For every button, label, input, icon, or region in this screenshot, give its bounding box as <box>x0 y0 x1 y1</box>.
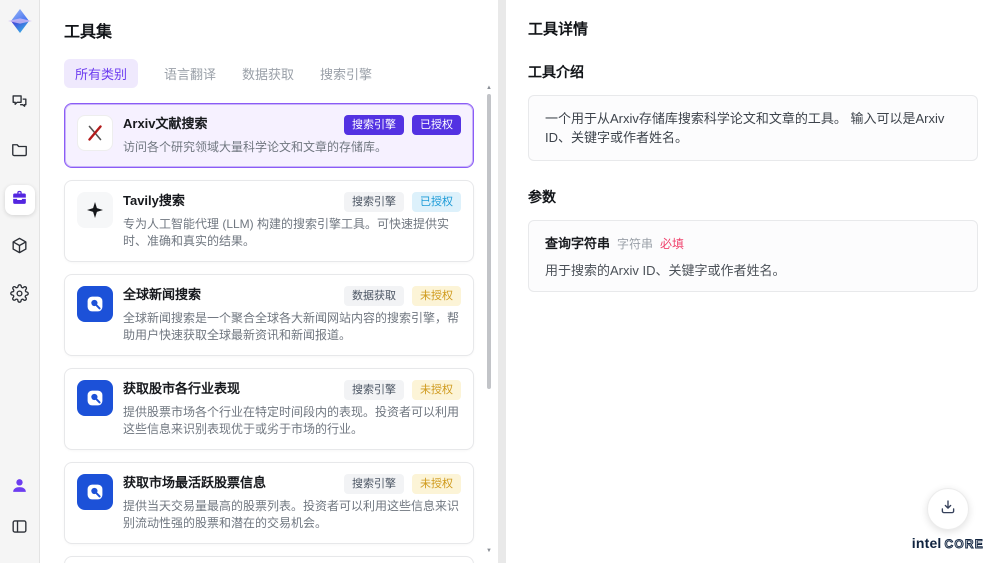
bottom-right-widgets: intel core <box>912 488 984 551</box>
sidebar-item-packages[interactable] <box>5 233 35 263</box>
tool-card-header: Tavily搜索 搜索引擎 已授权 <box>123 192 461 212</box>
tool-card-badges: 搜索引擎 已授权 <box>344 192 461 212</box>
left-rail <box>0 0 40 563</box>
tab-0[interactable]: 所有类别 <box>64 59 139 88</box>
sidebar-item-tools[interactable] <box>4 185 35 215</box>
status-badge: 未授权 <box>412 474 461 494</box>
app-logo-icon <box>7 8 33 34</box>
parameter-card: 查询字符串 字符串 必填 用于搜索的Arxiv ID、关键字或作者姓名。 <box>528 220 978 292</box>
details-title: 工具详情 <box>528 21 589 38</box>
intro-heading: 工具介绍 <box>528 64 584 80</box>
tool-card-badges: 数据获取 未授权 <box>344 286 461 306</box>
tool-card-badges: 搜索引擎 未授权 <box>344 380 461 400</box>
tool-card[interactable]: 全球新闻搜索 数据获取 未授权 全球新闻搜索是一个聚合全球各大新闻网站内容的搜索… <box>64 274 474 356</box>
tool-card-title: 获取市场最活跃股票信息 <box>123 475 267 490</box>
tool-card-title: 全球新闻搜索 <box>123 287 202 302</box>
tool-card-list: Arxiv文献搜索 搜索引擎 已授权 访问各个研究领域大量科学论文和文章的存储库… <box>64 103 474 563</box>
sidebar-item-account[interactable] <box>5 473 35 503</box>
cube-icon <box>10 236 29 260</box>
news-tool-icon <box>77 474 113 510</box>
tool-card-description: 全球新闻搜索是一个聚合全球各大新闻网站内容的搜索引擎，帮助用户快速获取全球最新资… <box>123 311 460 342</box>
tool-card[interactable]: Arxiv文献搜索 搜索引擎 已授权 访问各个研究领域大量科学论文和文章的存储库… <box>64 103 474 168</box>
params-heading: 参数 <box>528 189 556 205</box>
person-icon <box>10 476 29 500</box>
scroll-up-icon[interactable]: ▲ <box>485 84 493 92</box>
sparkle-tool-icon <box>77 192 113 228</box>
gear-icon <box>10 284 29 308</box>
status-badge: 已授权 <box>412 115 461 135</box>
download-icon <box>939 498 957 521</box>
parameter-header: 查询字符串 字符串 必填 <box>545 233 961 252</box>
tool-card-body: 获取股市各行业表现 搜索引擎 未授权 提供股票市场各个行业在特定时间段内的表现。… <box>123 380 461 438</box>
tool-card-header: Arxiv文献搜索 搜索引擎 已授权 <box>123 115 461 135</box>
intel-core-logo: intel core <box>912 535 984 551</box>
scroll-down-icon[interactable]: ▼ <box>485 547 493 555</box>
sidebar-item-files[interactable] <box>5 137 35 167</box>
category-badge: 搜索引擎 <box>344 474 404 494</box>
category-badge: 搜索引擎 <box>344 380 404 400</box>
brand-core: core <box>944 537 984 552</box>
page-title: 工具集 <box>64 24 113 41</box>
category-badge: 数据获取 <box>344 286 404 306</box>
arxiv-tool-icon <box>77 115 113 151</box>
tool-card-header: 全球新闻搜索 数据获取 未授权 <box>123 286 461 306</box>
category-badge: 搜索引擎 <box>344 115 404 135</box>
tool-card-body: 获取市场最活跃股票信息 搜索引擎 未授权 提供当天交易量最高的股票列表。投资者可… <box>123 474 461 532</box>
app-window: 工具集 所有类别 语言翻译 数据获取 搜索引擎 Arxiv文献搜索 搜索引擎 已授权 … <box>0 0 1000 563</box>
parameter-description: 用于搜索的Arxiv ID、关键字或作者姓名。 <box>545 263 786 278</box>
download-button[interactable] <box>926 488 969 530</box>
status-badge: 未授权 <box>412 286 461 306</box>
tool-card-header: 获取市场最活跃股票信息 搜索引擎 未授权 <box>123 474 461 494</box>
tool-card[interactable]: 万维地区新闻查询 搜索引擎 未授权 查询具体行政区划内的新闻，快速了解各地新闻动 <box>64 556 474 563</box>
scrollbar-thumb[interactable] <box>487 94 491 389</box>
tool-card-description: 提供股票市场各个行业在特定时间段内的表现。投资者可以利用这些信息来识别表现优于或… <box>123 405 460 436</box>
tool-card-title: Arxiv文献搜索 <box>123 116 208 131</box>
required-badge: 必填 <box>660 237 685 251</box>
brand-intel: intel <box>911 535 942 551</box>
parameter-name: 查询字符串 <box>545 236 611 251</box>
status-badge: 未授权 <box>412 380 461 400</box>
list-scrollbar[interactable]: ▲ ▼ <box>485 84 493 555</box>
tool-card-description: 访问各个研究领域大量科学论文和文章的存储库。 <box>123 140 388 154</box>
status-badge: 已授权 <box>412 192 461 212</box>
news-tool-icon <box>77 380 113 416</box>
tool-card-badges: 搜索引擎 已授权 <box>344 115 461 135</box>
category-badge: 搜索引擎 <box>344 192 404 212</box>
toolbox-icon <box>10 188 29 212</box>
category-tabs: 所有类别 语言翻译 数据获取 搜索引擎 <box>64 59 474 88</box>
parameter-type: 字符串 <box>617 237 654 251</box>
panel-divider <box>498 0 506 563</box>
panel-layout-icon <box>10 517 29 541</box>
tab-3[interactable]: 搜索引擎 <box>320 59 372 88</box>
folder-icon <box>10 140 29 164</box>
tool-details-panel: 工具详情 工具介绍 一个用于从Arxiv存储库搜索科学论文和文章的工具。 输入可… <box>506 0 1000 563</box>
tool-card-title: Tavily搜索 <box>123 193 185 208</box>
tool-card-body: Arxiv文献搜索 搜索引擎 已授权 访问各个研究领域大量科学论文和文章的存储库… <box>123 115 461 156</box>
tool-card-description: 专为人工智能代理 (LLM) 构建的搜索引擎工具。可快速提供实时、准确和真实的结… <box>123 217 450 248</box>
tool-card-badges: 搜索引擎 未授权 <box>344 474 461 494</box>
tool-card[interactable]: 获取市场最活跃股票信息 搜索引擎 未授权 提供当天交易量最高的股票列表。投资者可… <box>64 462 474 544</box>
tab-1[interactable]: 语言翻译 <box>164 59 216 88</box>
sidebar-item-panel-toggle[interactable] <box>5 514 35 544</box>
tool-card[interactable]: Tavily搜索 搜索引擎 已授权 专为人工智能代理 (LLM) 构建的搜索引擎… <box>64 180 474 262</box>
tool-card[interactable]: 获取股市各行业表现 搜索引擎 未授权 提供股票市场各个行业在特定时间段内的表现。… <box>64 368 474 450</box>
tool-card-header: 获取股市各行业表现 搜索引擎 未授权 <box>123 380 461 400</box>
news-tool-icon <box>77 286 113 322</box>
tool-card-body: 全球新闻搜索 数据获取 未授权 全球新闻搜索是一个聚合全球各大新闻网站内容的搜索… <box>123 286 461 344</box>
chat-icon <box>10 92 29 116</box>
tool-card-title: 获取股市各行业表现 <box>123 381 241 396</box>
tools-list-panel: 工具集 所有类别 语言翻译 数据获取 搜索引擎 Arxiv文献搜索 搜索引擎 已授权 … <box>40 0 498 563</box>
sidebar-item-chat[interactable] <box>5 89 35 119</box>
tool-card-description: 提供当天交易量最高的股票列表。投资者可以利用这些信息来识别流动性强的股票和潜在的… <box>123 499 460 530</box>
sidebar-item-settings[interactable] <box>5 281 35 311</box>
tab-2[interactable]: 数据获取 <box>242 59 294 88</box>
intro-text-box: 一个用于从Arxiv存储库搜索科学论文和文章的工具。 输入可以是Arxiv ID… <box>528 95 978 161</box>
tool-card-body: Tavily搜索 搜索引擎 已授权 专为人工智能代理 (LLM) 构建的搜索引擎… <box>123 192 461 250</box>
